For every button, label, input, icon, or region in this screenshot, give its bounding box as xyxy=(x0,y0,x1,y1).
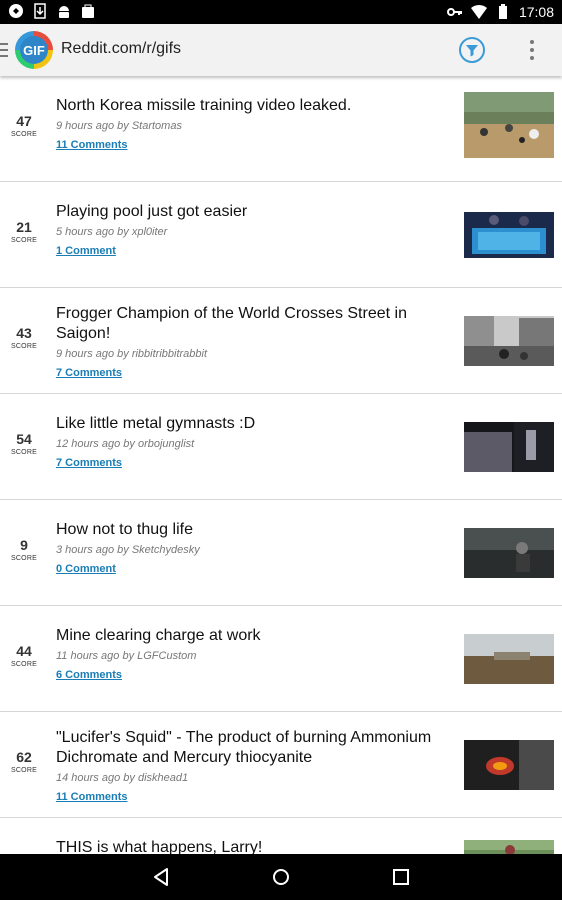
score-box: 21 SCORE xyxy=(0,219,48,244)
score-box: 54 SCORE xyxy=(0,431,48,456)
android-icon xyxy=(59,6,69,18)
post-meta: 3 hours ago by Sketchydesky xyxy=(56,544,200,556)
post-list[interactable]: 47 SCORE North Korea missile training vi… xyxy=(0,76,562,854)
score-value: 54 xyxy=(16,431,32,447)
list-item[interactable]: 44 SCORE Mine clearing charge at work 11… xyxy=(0,606,562,712)
comments-link[interactable]: 11 Comments xyxy=(56,138,128,152)
list-item[interactable]: 54 SCORE Like little metal gymnasts :D 1… xyxy=(0,394,562,500)
post-meta: 11 hours ago by LGFCustom xyxy=(56,650,197,662)
recents-button[interactable] xyxy=(389,865,413,889)
comments-link[interactable]: 7 Comments xyxy=(56,456,122,470)
status-bar: 17:08 xyxy=(0,0,562,24)
page-title: Reddit.com/r/gifs xyxy=(61,40,182,57)
score-box: 62 SCORE xyxy=(0,749,48,774)
score-label: SCORE xyxy=(11,449,37,456)
post-thumbnail[interactable] xyxy=(464,528,554,578)
post-meta: 14 hours ago by diskhead1 xyxy=(56,772,189,784)
score-value: 44 xyxy=(16,643,32,659)
overflow-menu-button[interactable] xyxy=(522,38,542,62)
comments-link[interactable]: 0 Comment xyxy=(56,562,116,576)
score-box: 43 SCORE xyxy=(0,325,48,350)
dot-icon xyxy=(530,48,534,52)
wifi-icon xyxy=(470,4,487,20)
post-title[interactable]: How not to thug life xyxy=(56,521,193,538)
dot-icon xyxy=(530,56,534,60)
app-logo-icon[interactable]: GIF xyxy=(14,30,54,70)
post-meta: 9 hours ago by ribbitribbitrabbit xyxy=(56,348,208,360)
list-item[interactable]: 9 SCORE How not to thug life 3 hours ago… xyxy=(0,500,562,606)
clock: 17:08 xyxy=(518,4,554,20)
home-button[interactable] xyxy=(269,865,293,889)
score-value: 62 xyxy=(16,749,32,765)
bag-icon xyxy=(82,4,94,18)
score-label: SCORE xyxy=(11,555,37,562)
post-meta: 9 hours ago by Startomas xyxy=(56,120,182,132)
score-value: 21 xyxy=(16,219,32,235)
notification-circle-icon xyxy=(9,4,23,18)
svg-text:GIF: GIF xyxy=(23,43,45,58)
post-thumbnail[interactable] xyxy=(464,840,554,854)
post-title[interactable]: North Korea missile training video leake… xyxy=(56,97,351,114)
score-label: SCORE xyxy=(11,237,37,244)
vpn-key-icon xyxy=(446,8,462,16)
drawer-menu-icon[interactable] xyxy=(0,41,8,59)
score-value: 9 xyxy=(20,537,28,553)
download-icon xyxy=(34,3,46,19)
post-title[interactable]: Like little metal gymnasts :D xyxy=(56,415,255,432)
post-thumbnail[interactable] xyxy=(464,92,554,158)
post-meta: 12 hours ago by orbojunglist xyxy=(56,438,195,450)
post-thumbnail[interactable] xyxy=(464,422,554,472)
comments-link[interactable]: 1 Comment xyxy=(56,244,116,258)
post-thumbnail[interactable] xyxy=(464,212,554,258)
filter-button[interactable] xyxy=(458,36,486,64)
score-box: 9 SCORE xyxy=(0,537,48,562)
score-label: SCORE xyxy=(11,767,37,774)
comments-link[interactable]: 7 Comments xyxy=(56,366,122,380)
post-title[interactable]: Playing pool just got easier xyxy=(56,203,247,220)
score-value: 43 xyxy=(16,325,32,341)
post-thumbnail[interactable] xyxy=(464,316,554,366)
score-label: SCORE xyxy=(11,343,37,350)
post-meta: 5 hours ago by xpl0iter xyxy=(56,226,168,238)
navigation-bar xyxy=(0,854,562,900)
comments-link[interactable]: 6 Comments xyxy=(56,668,122,682)
score-label: SCORE xyxy=(11,661,37,668)
score-box: 44 SCORE xyxy=(0,643,48,668)
post-title[interactable]: Mine clearing charge at work xyxy=(56,627,261,644)
post-thumbnail[interactable] xyxy=(464,740,554,790)
back-button[interactable] xyxy=(149,865,173,889)
list-item[interactable]: 47 SCORE North Korea missile training vi… xyxy=(0,76,562,182)
post-title[interactable]: THIS is what happens, Larry! xyxy=(56,839,262,854)
list-item[interactable]: 62 SCORE "Lucifer's Squid" - The product… xyxy=(0,712,562,818)
battery-icon xyxy=(498,4,507,19)
dot-icon xyxy=(530,40,534,44)
list-item[interactable]: 43 SCORE Frogger Champion of the World C… xyxy=(0,288,562,394)
post-title[interactable]: Frogger Champion of the World Crosses St… xyxy=(56,305,407,342)
score-box: 47 SCORE xyxy=(0,113,48,138)
post-thumbnail[interactable] xyxy=(464,634,554,684)
comments-link[interactable]: 11 Comments xyxy=(56,790,128,804)
list-item[interactable]: 21 SCORE Playing pool just got easier 5 … xyxy=(0,182,562,288)
app-bar: GIF Reddit.com/r/gifs xyxy=(0,24,562,76)
list-item[interactable]: THIS is what happens, Larry! xyxy=(0,818,562,854)
score-label: SCORE xyxy=(11,131,37,138)
score-value: 47 xyxy=(16,113,32,129)
post-title[interactable]: "Lucifer's Squid" - The product of burni… xyxy=(56,729,431,766)
